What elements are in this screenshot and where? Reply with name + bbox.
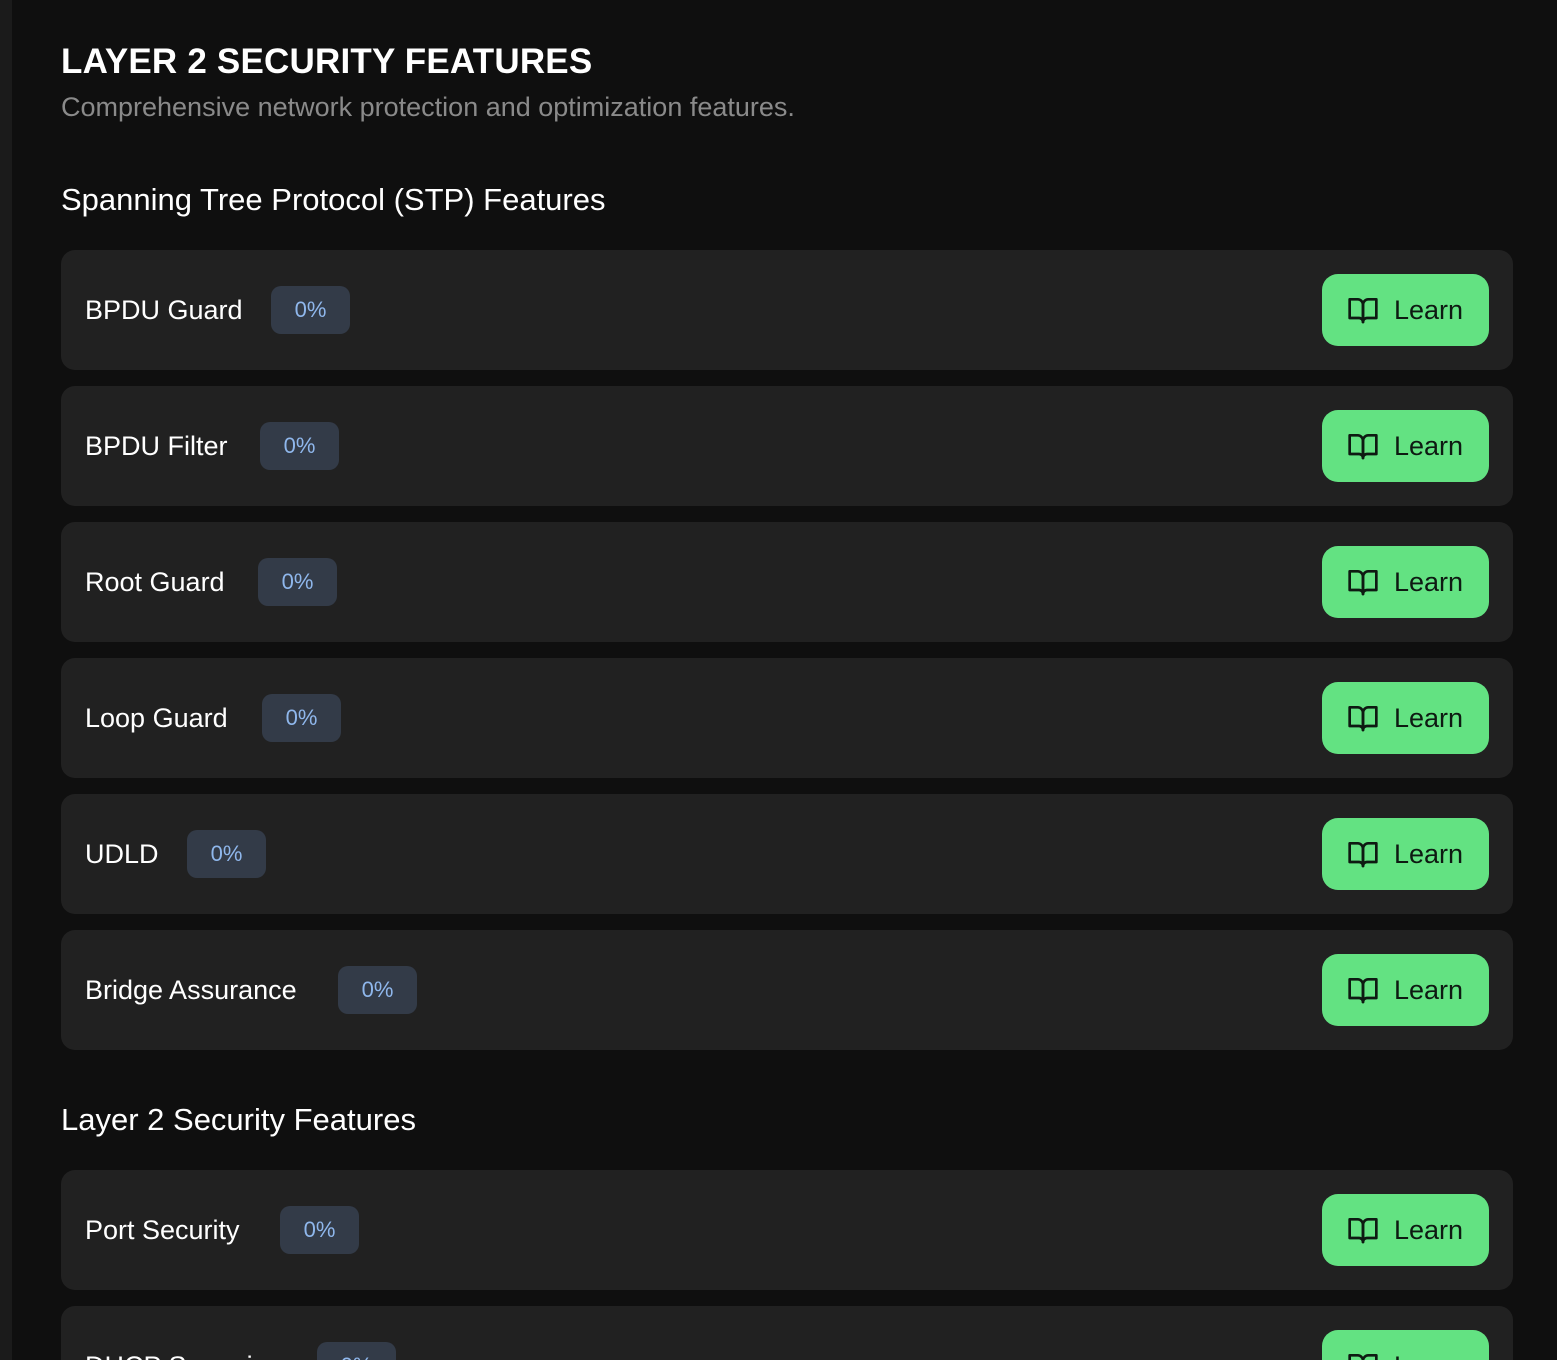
book-open-icon xyxy=(1348,298,1378,324)
learn-button-bpdu-guard[interactable]: Learn xyxy=(1322,274,1489,346)
book-open-icon xyxy=(1348,842,1378,868)
learn-button-label: Learn xyxy=(1394,1330,1463,1360)
feature-card-bpdu-guard: BPDU Guard 0% Learn xyxy=(61,250,1513,370)
section-title-layer2-security: Layer 2 Security Features xyxy=(61,1102,416,1137)
progress-badge: 0% xyxy=(258,558,337,606)
learn-button-bridge-assurance[interactable]: Learn xyxy=(1322,954,1489,1026)
learn-button-label: Learn xyxy=(1394,567,1464,597)
learn-button-bpdu-filter[interactable]: Learn xyxy=(1322,410,1489,482)
feature-name: Port Security xyxy=(85,1215,240,1245)
main-panel: LAYER 2 SECURITY FEATURES Comprehensive … xyxy=(12,0,1557,1360)
page-title: LAYER 2 SECURITY FEATURES xyxy=(61,42,593,81)
learn-button-label: Learn xyxy=(1394,975,1464,1005)
feature-card-bridge-assurance: Bridge Assurance 0% Learn xyxy=(61,930,1513,1050)
feature-name: Bridge Assurance xyxy=(85,975,297,1005)
learn-button-label: Learn xyxy=(1394,295,1464,325)
learn-button-label: Learn xyxy=(1394,703,1464,733)
feature-name: BPDU Filter xyxy=(85,431,228,461)
learn-button-label: Learn xyxy=(1394,1215,1464,1245)
progress-badge: 0% xyxy=(187,830,266,878)
learn-button-udld[interactable]: Learn xyxy=(1322,818,1489,890)
learn-button-label: Learn xyxy=(1394,431,1464,461)
progress-badge: 0% xyxy=(271,286,350,334)
book-open-icon xyxy=(1348,706,1378,732)
feature-name: Root Guard xyxy=(85,567,225,597)
feature-name: BPDU Guard xyxy=(85,295,243,325)
section-title-stp: Spanning Tree Protocol (STP) Features xyxy=(61,182,606,217)
learn-button-loop-guard[interactable]: Learn xyxy=(1322,682,1489,754)
book-open-icon xyxy=(1348,978,1378,1004)
feature-card-loop-guard: Loop Guard 0% Learn xyxy=(61,658,1513,778)
feature-card-port-security: Port Security 0% Learn xyxy=(61,1170,1513,1290)
progress-badge: 0% xyxy=(262,694,341,742)
book-open-icon xyxy=(1348,1354,1378,1360)
feature-card-dhcp-snooping: DHCP Snooping 0% Learn xyxy=(61,1306,1513,1360)
learn-button-label: Learn xyxy=(1394,839,1464,869)
learn-button-root-guard[interactable]: Learn xyxy=(1322,546,1489,618)
learn-button-port-security[interactable]: Learn xyxy=(1322,1194,1489,1266)
book-open-icon xyxy=(1348,570,1378,596)
feature-card-udld: UDLD 0% Learn xyxy=(61,794,1513,914)
feature-card-bpdu-filter: BPDU Filter 0% Learn xyxy=(61,386,1513,506)
page-subtitle: Comprehensive network protection and opt… xyxy=(61,92,795,122)
feature-name: DHCP Snooping xyxy=(85,1306,283,1360)
learn-button-dhcp-snooping[interactable]: Learn xyxy=(1322,1330,1489,1360)
book-open-icon xyxy=(1348,1218,1378,1244)
progress-badge: 0% xyxy=(260,422,339,470)
feature-name: Loop Guard xyxy=(85,703,228,733)
feature-card-root-guard: Root Guard 0% Learn xyxy=(61,522,1513,642)
progress-badge: 0% xyxy=(317,1342,396,1360)
book-open-icon xyxy=(1348,434,1378,460)
feature-name: UDLD xyxy=(85,839,159,869)
progress-badge: 0% xyxy=(280,1206,359,1254)
progress-badge: 0% xyxy=(338,966,417,1014)
